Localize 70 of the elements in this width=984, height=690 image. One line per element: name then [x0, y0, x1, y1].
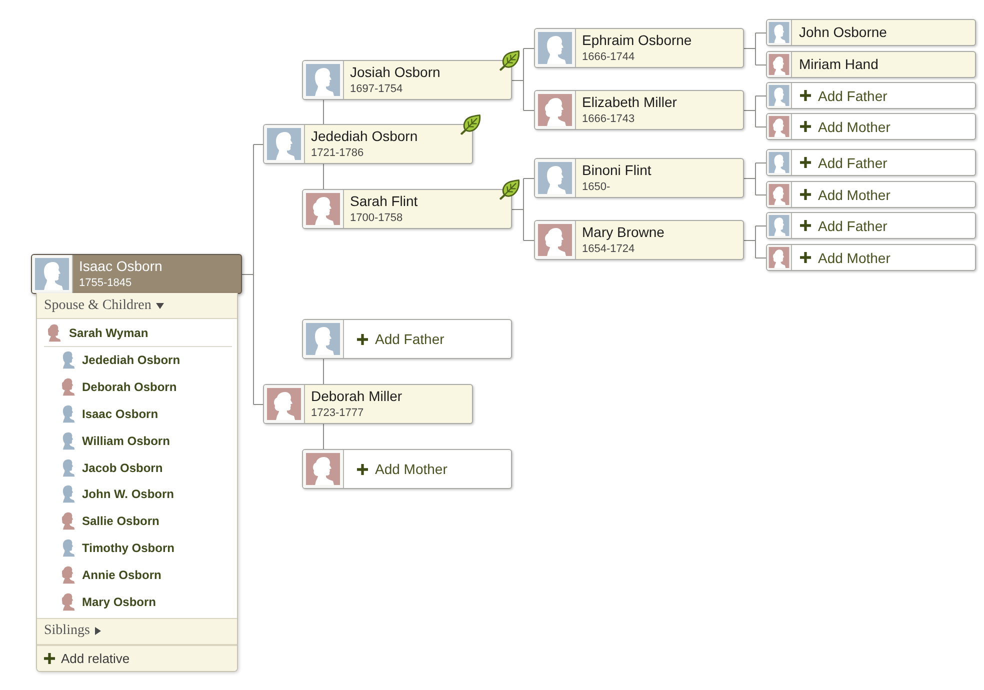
- person-name: John Osborne: [799, 24, 887, 41]
- person-card[interactable]: John Osborne: [766, 19, 976, 46]
- life-dates: 1755-1845: [79, 276, 133, 290]
- person-name: Isaac Osborn: [79, 258, 162, 275]
- child-item[interactable]: John W. Osborn: [37, 480, 237, 508]
- plus-icon: [357, 334, 368, 344]
- child-item[interactable]: Jedediah Osborn: [37, 347, 237, 374]
- person-name: Josiah Osborn: [350, 64, 440, 81]
- add-parent-button[interactable]: Add Mother: [302, 449, 512, 489]
- connector-line: [744, 32, 766, 66]
- connector-line: [744, 226, 766, 258]
- person-name: Miriam Hand: [799, 56, 878, 73]
- leaf-icon[interactable]: [460, 114, 481, 135]
- connector-line: [744, 162, 766, 196]
- plus-icon: [357, 464, 368, 474]
- person-card[interactable]: Elizabeth Miller 1666-1743: [534, 90, 744, 130]
- child-item[interactable]: Isaac Osborn: [37, 400, 237, 428]
- child-item[interactable]: William Osborn: [37, 427, 237, 454]
- person-name: Ephraim Osborne: [582, 32, 692, 49]
- plus-icon: [800, 189, 811, 200]
- leaf-icon[interactable]: [499, 50, 520, 71]
- add-parent-button[interactable]: Add Father: [766, 149, 976, 176]
- plus-icon: [44, 652, 55, 664]
- section-toggle[interactable]: Spouse & Children: [37, 293, 237, 319]
- person-name: Deborah Miller: [311, 388, 402, 405]
- child-item[interactable]: Timothy Osborn: [37, 534, 237, 562]
- person-name: Mary Browne: [582, 224, 664, 241]
- connector-line: [512, 48, 534, 111]
- add-parent-button[interactable]: Add Mother: [766, 244, 976, 271]
- person-card[interactable]: Miriam Hand: [766, 51, 976, 78]
- plus-icon: [800, 90, 811, 101]
- child-item[interactable]: Deborah Osborn: [37, 374, 237, 401]
- person-name: Elizabeth Miller: [582, 94, 677, 111]
- person-name: Jedediah Osborn: [311, 128, 418, 145]
- add-parent-button[interactable]: Add Father: [302, 319, 512, 359]
- person-card[interactable]: Jedediah Osborn 1721-1786: [263, 124, 473, 164]
- life-dates: 1666-1743: [582, 112, 636, 126]
- child-item[interactable]: Jacob Osborn: [37, 454, 237, 481]
- add-relative-button[interactable]: Add relative: [37, 644, 237, 671]
- add-parent-button[interactable]: Add Mother: [766, 181, 976, 208]
- add-parent-button[interactable]: Add Mother: [766, 113, 976, 140]
- person-name: Binoni Flint: [582, 162, 652, 179]
- life-dates: 1700-1758: [350, 211, 404, 225]
- person-card[interactable]: Josiah Osborn 1697-1754: [302, 60, 512, 100]
- life-dates: 1650-: [582, 180, 612, 194]
- life-dates: 1721-1786: [311, 146, 365, 160]
- plus-icon: [800, 157, 811, 168]
- plus-icon: [800, 121, 811, 132]
- plus-icon: [800, 252, 811, 263]
- spouse-item[interactable]: Sarah Wyman: [44, 319, 232, 347]
- life-dates: 1723-1777: [311, 406, 365, 420]
- child-item[interactable]: Annie Osborn: [37, 561, 237, 588]
- person-name: Sarah Flint: [350, 193, 418, 210]
- life-dates: 1697-1754: [350, 82, 404, 96]
- leaf-icon[interactable]: [499, 179, 520, 200]
- person-card[interactable]: Binoni Flint 1650-: [534, 158, 744, 198]
- person-card[interactable]: Ephraim Osborne 1666-1744: [534, 28, 744, 68]
- add-parent-button[interactable]: Add Father: [766, 212, 976, 239]
- add-parent-button[interactable]: Add Father: [766, 82, 976, 109]
- plus-icon: [800, 220, 811, 231]
- connector-line: [744, 96, 766, 128]
- life-dates: 1654-1724: [582, 242, 636, 256]
- life-dates: 1666-1744: [582, 50, 636, 64]
- person-card[interactable]: Deborah Miller 1723-1777: [263, 384, 473, 424]
- person-card[interactable]: Mary Browne 1654-1724: [534, 220, 744, 260]
- section-toggle[interactable]: Siblings: [37, 618, 237, 645]
- child-item[interactable]: Sallie Osborn: [37, 508, 237, 535]
- child-item[interactable]: Mary Osborn: [37, 588, 237, 615]
- connector-line: [512, 178, 534, 241]
- person-card[interactable]: Sarah Flint 1700-1758: [302, 189, 512, 229]
